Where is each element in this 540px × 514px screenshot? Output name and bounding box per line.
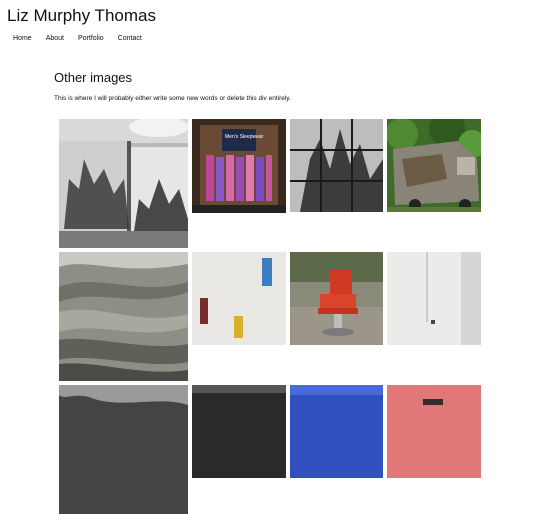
gallery-image-rusted-van[interactable] (387, 119, 481, 212)
garage-shadows-photo (59, 119, 188, 248)
main-nav: Home About Portfolio Contact (13, 35, 156, 42)
gallery-image-pink-wall[interactable] (387, 385, 481, 478)
pale-column-photo (387, 252, 481, 345)
gallery-image-garage-shadows[interactable] (59, 119, 188, 248)
nav-contact[interactable]: Contact (118, 35, 142, 42)
trees-photo (59, 385, 188, 514)
gallery-image-sediment[interactable] (59, 252, 188, 381)
pink-wall-photo (387, 385, 481, 478)
barber-chair-photo (290, 252, 383, 345)
image-gallery: Men's Sleepwear (59, 119, 484, 514)
gallery-image-pale-column[interactable] (387, 252, 481, 345)
section-heading: Other images (54, 70, 133, 85)
gallery-image-dark-foliage[interactable] (192, 385, 286, 478)
section-description: This is where I will probably either wri… (54, 95, 291, 102)
sleepwear-window-photo: Men's Sleepwear (192, 119, 286, 213)
palm-window-photo (290, 119, 383, 212)
gallery-image-palm-window[interactable] (290, 119, 383, 212)
stucco-wall-photo (192, 252, 286, 345)
site-title[interactable]: Liz Murphy Thomas (7, 6, 156, 26)
gallery-image-sleepwear-window[interactable]: Men's Sleepwear (192, 119, 286, 213)
sediment-photo (59, 252, 188, 381)
dark-foliage-photo (192, 385, 286, 478)
nav-about[interactable]: About (46, 35, 64, 42)
blue-sky-photo (290, 385, 383, 478)
gallery-image-stucco-wall[interactable] (192, 252, 286, 345)
gallery-image-barber-chair[interactable] (290, 252, 383, 345)
nav-portfolio[interactable]: Portfolio (78, 35, 104, 42)
gallery-image-trees[interactable] (59, 385, 188, 514)
sleepwear-sign: Men's Sleepwear (225, 134, 264, 140)
rusted-van-photo (387, 119, 481, 212)
gallery-image-blue-sky[interactable] (290, 385, 383, 478)
nav-home[interactable]: Home (13, 35, 32, 42)
